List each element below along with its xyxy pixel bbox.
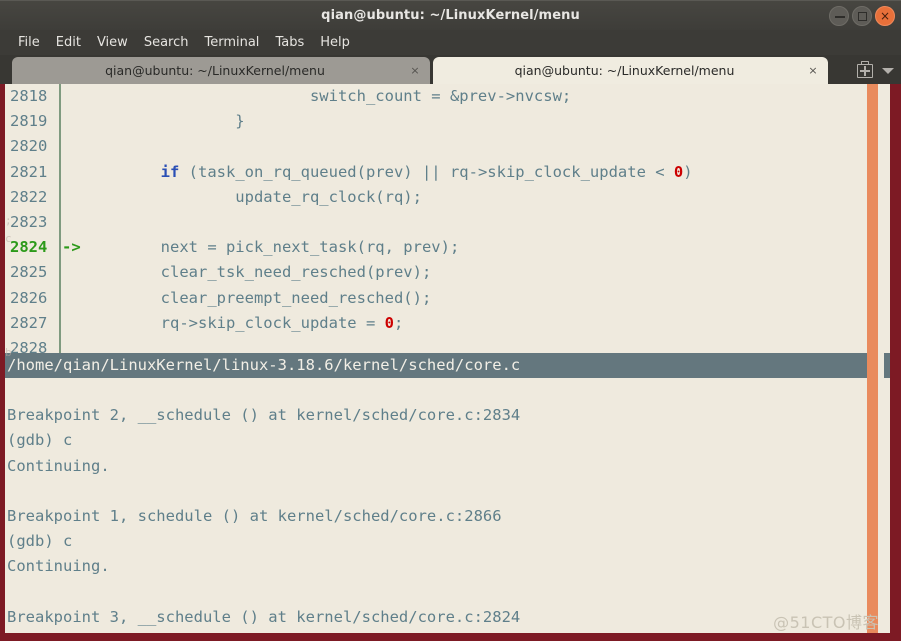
- gdb-output-line: Breakpoint 1, schedule () at kernel/sche…: [7, 506, 502, 525]
- gutter-divider: [59, 159, 68, 185]
- scrollbar-track[interactable]: [867, 84, 884, 633]
- code-line-2818: 2818 switch_count = &prev->nvcsw;: [5, 84, 890, 110]
- code-line-2827: 2827 rq->skip_clock_update = 0;: [5, 310, 890, 336]
- gdb-output-line: (gdb) c: [7, 431, 73, 450]
- tab-1[interactable]: qian@ubuntu: ~/LinuxKernel/menu ×: [433, 57, 828, 84]
- code-line-2823: 2823: [5, 209, 890, 236]
- gutter-divider: [59, 184, 68, 210]
- terminal-content[interactable]: 2818 switch_count = &prev->nvcsw; 2819 } 2…: [5, 84, 890, 633]
- gutter-divider: [59, 109, 68, 135]
- gdb-output-line: [7, 580, 890, 605]
- gdb-output-line: (gdb) c: [7, 532, 73, 551]
- menu-help[interactable]: Help: [312, 30, 358, 55]
- line-number: 2826: [10, 288, 48, 307]
- line-number: 2821: [10, 162, 48, 181]
- tab-0[interactable]: qian@ubuntu: ~/LinuxKernel/menu ×: [12, 57, 430, 84]
- terminal-body[interactable]: 2818 switch_count = &prev->nvcsw; 2819 } 2…: [0, 84, 901, 641]
- line-number: 2824: [10, 238, 48, 257]
- gutter-divider: [59, 285, 68, 311]
- line-number: 2825: [10, 263, 48, 282]
- minimize-button[interactable]: [829, 6, 849, 26]
- gdb-output-line: Breakpoint 2, __schedule () at kernel/sc…: [7, 406, 521, 425]
- close-button[interactable]: ×: [875, 6, 895, 26]
- menu-file[interactable]: File: [10, 30, 48, 55]
- maximize-icon: [858, 12, 867, 21]
- code-text: if (task_on_rq_queued(prev) || rq->skip_…: [160, 162, 693, 181]
- menu-edit[interactable]: Edit: [48, 30, 89, 55]
- gutter-divider: [59, 209, 68, 236]
- gdb-output-line: Continuing.: [7, 557, 110, 576]
- code-line-2819: 2819 }: [5, 109, 890, 135]
- maximize-button[interactable]: [852, 6, 872, 26]
- gutter-divider: [59, 84, 68, 110]
- code-text: next = pick_next_task(rq, prev);: [86, 238, 460, 257]
- window-controls: ×: [829, 6, 895, 26]
- line-number: 2819: [10, 112, 48, 131]
- code-text: }: [86, 112, 245, 131]
- tab-0-label: qian@ubuntu: ~/LinuxKernel/menu: [105, 63, 325, 78]
- code-line-2826: 2826 clear_preempt_need_resched();: [5, 285, 890, 311]
- ghost-text-artifact: b': [5, 346, 19, 359]
- code-text: rq->skip_clock_update = 0;: [86, 313, 404, 332]
- gdb-output-line: Continuing.: [7, 456, 110, 475]
- gdb-output-line: Breakpoint 3, __schedule () at kernel/sc…: [7, 607, 521, 626]
- line-number: 2820: [10, 137, 48, 156]
- new-tab-icon[interactable]: [855, 60, 875, 80]
- tab-bar: qian@ubuntu: ~/LinuxKernel/menu × qian@u…: [0, 55, 901, 84]
- line-number: 2822: [10, 187, 48, 206]
- menu-tabs[interactable]: Tabs: [267, 30, 312, 55]
- code-text: switch_count = &prev->nvcsw;: [86, 87, 572, 105]
- terminal-window: qian@ubuntu: ~/LinuxKernel/menu × File E…: [0, 0, 901, 641]
- code-line-2821: 2821 if (task_on_rq_queued(prev) || rq->…: [5, 159, 890, 185]
- gutter-divider: [59, 310, 68, 336]
- line-number: 2823: [10, 212, 48, 231]
- minimize-icon: [835, 16, 845, 18]
- chevron-down-icon[interactable]: [881, 63, 895, 77]
- gutter-divider: [59, 134, 68, 160]
- code-text: update_rq_clock(rq);: [86, 187, 422, 206]
- gdb-output-line: [7, 479, 890, 504]
- gdb-output-line: [7, 378, 890, 403]
- window-title: qian@ubuntu: ~/LinuxKernel/menu: [321, 8, 580, 23]
- gutter-divider: [59, 260, 68, 286]
- source-code-pane[interactable]: 2818 switch_count = &prev->nvcsw; 2819 } 2…: [5, 84, 890, 387]
- code-text: clear_preempt_need_resched();: [86, 288, 432, 307]
- source-file-path-bar: /home/qian/LinuxKernel/linux-3.18.6/kern…: [5, 353, 890, 378]
- gdb-output-line: (gdb): [7, 630, 890, 634]
- scrollbar-thumb[interactable]: [867, 84, 878, 633]
- line-number: 2827: [10, 313, 48, 332]
- current-line-marker: ->: [62, 238, 81, 257]
- title-bar[interactable]: qian@ubuntu: ~/LinuxKernel/menu ×: [0, 0, 901, 30]
- close-icon: ×: [879, 9, 891, 23]
- code-text: clear_tsk_need_resched(prev);: [86, 263, 432, 282]
- menu-search[interactable]: Search: [136, 30, 197, 55]
- ghost-text-artifact: ;: [5, 214, 12, 227]
- tab-1-label: qian@ubuntu: ~/LinuxKernel/menu: [514, 63, 735, 78]
- code-line-2822: 2822 update_rq_clock(rq);: [5, 184, 890, 210]
- line-number: 2818: [10, 87, 48, 105]
- menu-view[interactable]: View: [89, 30, 136, 55]
- tab-0-close-icon[interactable]: ×: [409, 64, 421, 77]
- code-line-2824: 2824 -> next = pick_next_task(rq, prev);: [5, 235, 890, 261]
- tab-1-close-icon[interactable]: ×: [807, 64, 819, 77]
- gdb-console-pane[interactable]: Breakpoint 2, __schedule () at kernel/sc…: [5, 378, 890, 633]
- code-line-2825: 2825 clear_tsk_need_resched(prev);: [5, 260, 890, 286]
- ghost-text-artifact: c: [5, 232, 12, 245]
- menu-bar: File Edit View Search Terminal Tabs Help: [0, 30, 901, 55]
- code-line-2820: 2820: [5, 134, 890, 160]
- tab-tools: [855, 55, 901, 84]
- menu-terminal[interactable]: Terminal: [196, 30, 267, 55]
